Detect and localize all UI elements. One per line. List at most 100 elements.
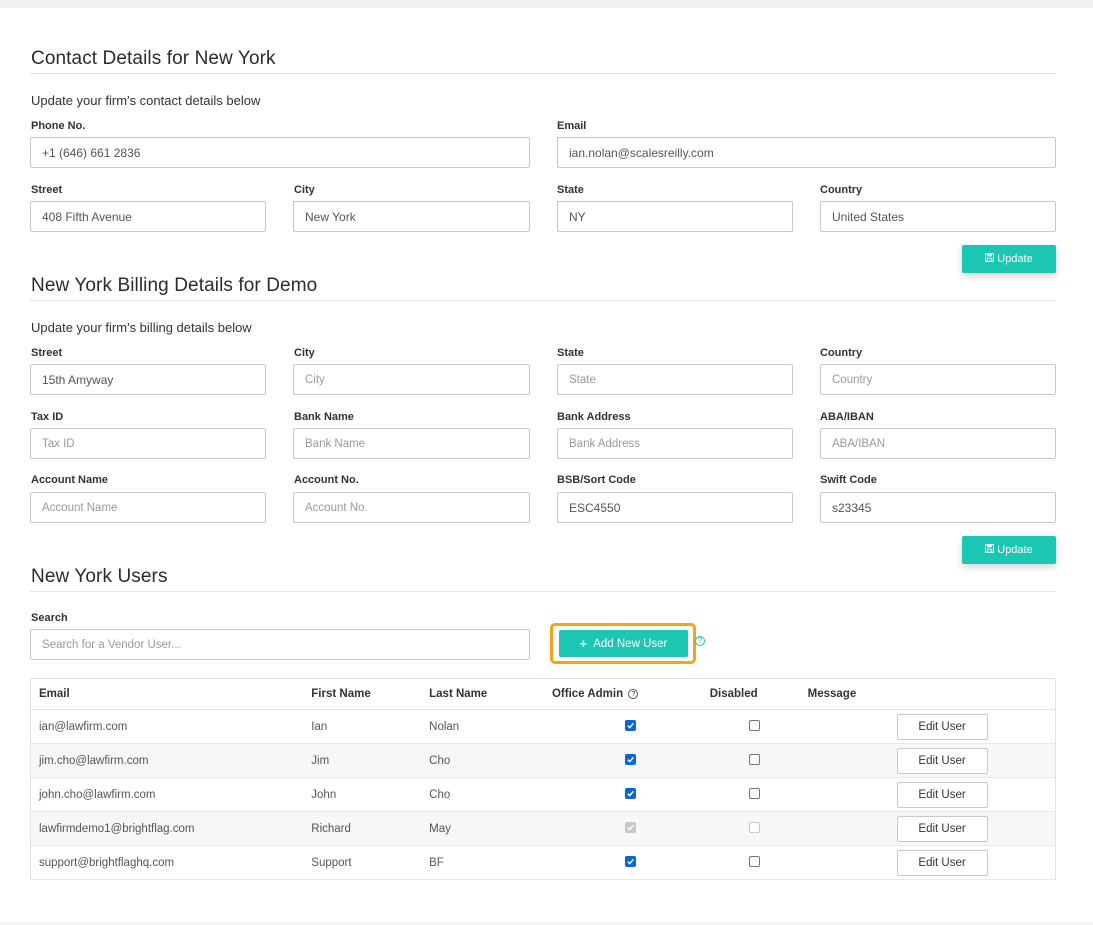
search-input[interactable]: Search for a Vendor User... (30, 629, 530, 660)
user-email-cell: jim.cho@lawfirm.com (30, 743, 304, 778)
user-last-name-cell: Nolan (421, 709, 552, 744)
taxid-label: Tax ID (31, 411, 64, 423)
billing-update-button[interactable]: Update (962, 536, 1056, 564)
contact-section-title: Contact Details for New York (31, 48, 276, 69)
accountno-input[interactable]: Account No. (293, 492, 530, 523)
billing-city-input[interactable]: City (293, 364, 530, 395)
city-input[interactable]: New York (293, 201, 530, 232)
user-email-cell: ian@lawfirm.com (30, 709, 304, 744)
user-first-name-cell: Support (303, 845, 422, 880)
table-row: john.cho@lawfirm.com John Cho Edit User (30, 777, 1056, 812)
bankname-input[interactable]: Bank Name (293, 428, 530, 459)
table-row: ian@lawfirm.com Ian Nolan Edit User (30, 709, 1056, 744)
floppy-disk-icon (985, 543, 995, 556)
office-admin-checkbox[interactable] (625, 856, 637, 867)
aba-iban-input[interactable]: ABA/IBAN (820, 428, 1056, 459)
edit-user-button[interactable]: Edit User (896, 713, 988, 740)
search-label: Search (31, 612, 68, 624)
office-admin-checkbox[interactable] (625, 720, 637, 731)
billing-update-label: Update (997, 544, 1033, 556)
floppy-disk-icon (985, 252, 995, 265)
column-header-actions (888, 678, 1056, 710)
disabled-checkbox[interactable] (749, 753, 761, 765)
column-header-email[interactable]: Email (30, 678, 304, 710)
question-circle-icon[interactable]: ? (695, 636, 705, 646)
user-email-cell: support@brightflaghq.com (30, 845, 304, 880)
email-input[interactable]: ian.nolan@scalesreilly.com (557, 137, 1056, 168)
user-first-name-cell: Jim (303, 743, 422, 778)
office-admin-checkbox[interactable] (625, 788, 637, 799)
edit-user-button[interactable]: Edit User (896, 747, 988, 774)
country-input[interactable]: United States (820, 201, 1056, 232)
table-row: support@brightflaghq.com Support BF Edit… (30, 845, 1056, 880)
user-last-name-cell: Cho (421, 777, 552, 812)
billing-state-input[interactable]: State (557, 364, 793, 395)
edit-user-button[interactable]: Edit User (896, 815, 988, 842)
bankaddress-input[interactable]: Bank Address (557, 428, 793, 459)
message-cell (799, 743, 889, 778)
check-icon (627, 824, 635, 831)
user-email-cell: lawfirmdemo1@brightflag.com (30, 811, 304, 846)
contact-update-label: Update (997, 253, 1033, 265)
message-cell (799, 845, 889, 880)
office-admin-checkbox (625, 822, 637, 833)
street-input[interactable]: 408 Fifth Avenue (30, 201, 266, 232)
table-row: jim.cho@lawfirm.com Jim Cho Edit User (30, 743, 1056, 778)
swift-code-input[interactable]: s23345 (820, 492, 1056, 523)
accountname-input[interactable]: Account Name (30, 492, 266, 523)
disabled-checkbox (749, 821, 761, 833)
billing-section-title: New York Billing Details for Demo (31, 275, 318, 296)
phone-input[interactable]: +1 (646) 661 2836 (30, 137, 530, 168)
aba-iban-label: ABA/IBAN (820, 411, 874, 423)
user-last-name-cell: BF (421, 845, 552, 880)
office-admin-checkbox[interactable] (625, 754, 637, 765)
users-section-title: New York Users (31, 566, 168, 587)
user-first-name-cell: Ian (303, 709, 422, 744)
email-label: Email (557, 120, 587, 132)
street-label: Street (31, 184, 63, 196)
plus-icon: + (579, 636, 588, 651)
disabled-checkbox[interactable] (749, 719, 761, 731)
column-header-disabled[interactable]: Disabled (709, 678, 800, 710)
billing-city-label: City (294, 347, 315, 359)
add-new-user-button[interactable]: + Add New User (559, 630, 688, 657)
billing-country-label: Country (820, 347, 863, 359)
state-label: State (557, 184, 584, 196)
billing-subtitle: Update your firm's billing details below (31, 320, 252, 335)
add-new-user-label: Add New User (593, 637, 668, 650)
user-first-name-cell: Richard (303, 811, 422, 846)
table-header-row: Email First Name Last Name Office Admin … (30, 678, 1056, 710)
bankname-label: Bank Name (294, 411, 354, 423)
column-header-message[interactable]: Message (799, 678, 889, 710)
disabled-checkbox[interactable] (749, 855, 761, 867)
column-header-first-name[interactable]: First Name (303, 678, 422, 710)
bsb-sort-code-input[interactable]: ESC4550 (557, 492, 793, 523)
section-divider (30, 300, 1056, 301)
billing-state-label: State (557, 347, 584, 359)
check-icon (627, 756, 635, 763)
billing-country-input[interactable]: Country (820, 364, 1056, 395)
user-first-name-cell: John (303, 777, 422, 812)
accountname-label: Account Name (31, 474, 109, 486)
check-icon (627, 858, 635, 865)
column-header-last-name[interactable]: Last Name (421, 678, 552, 710)
state-input[interactable]: NY (557, 201, 793, 232)
accountno-label: Account No. (294, 474, 359, 486)
edit-user-button[interactable]: Edit User (896, 781, 988, 808)
contact-update-button[interactable]: Update (962, 245, 1056, 273)
question-circle-icon[interactable]: ? (628, 688, 639, 699)
check-icon (627, 790, 635, 797)
billing-street-label: Street (31, 347, 63, 359)
section-divider (30, 591, 1056, 592)
swift-code-label: Swift Code (820, 474, 877, 486)
taxid-input[interactable]: Tax ID (30, 428, 266, 459)
billing-street-input[interactable]: 15th Amyway (30, 364, 266, 395)
check-icon (627, 722, 635, 729)
message-cell (799, 811, 889, 846)
disabled-checkbox[interactable] (749, 787, 761, 799)
top-bar (0, 0, 1093, 8)
column-header-office-admin[interactable]: Office Admin ? (551, 678, 710, 710)
country-label: Country (820, 184, 863, 196)
city-label: City (294, 184, 315, 196)
edit-user-button[interactable]: Edit User (896, 849, 988, 876)
